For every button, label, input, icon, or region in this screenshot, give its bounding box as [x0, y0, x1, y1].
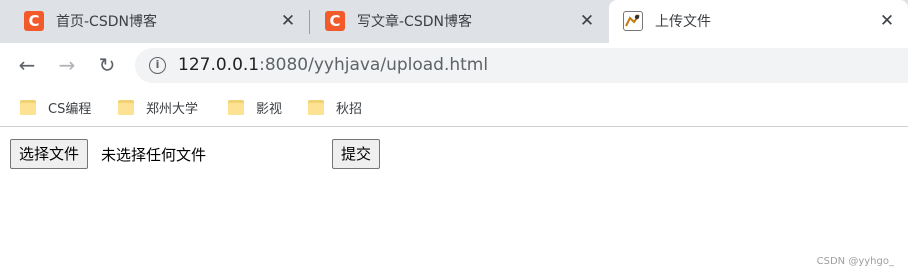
folder-icon — [20, 99, 36, 115]
tab-csdn-home[interactable]: C 首页-CSDN博客 ✕ — [10, 0, 308, 43]
back-arrow-icon[interactable]: ← — [15, 53, 39, 77]
bookmark-zzu[interactable]: 郑州大学 — [118, 96, 198, 118]
submit-button[interactable]: 提交 — [332, 139, 381, 169]
bookmark-label: 影视 — [256, 101, 283, 117]
close-icon[interactable]: ✕ — [577, 11, 597, 31]
csdn-logo-icon: C — [325, 11, 345, 31]
close-icon[interactable]: ✕ — [278, 11, 298, 31]
bookmark-cs[interactable]: CS编程 — [20, 96, 91, 118]
page-content: 选择文件 未选择任何文件 提交 CSDN @yyhgo_ — [0, 128, 908, 275]
bookmark-label: 郑州大学 — [146, 101, 199, 117]
tab-strip: C 首页-CSDN博客 ✕ C 写文章-CSDN博客 ✕ 上传文件 ✕ — [0, 0, 908, 43]
bookmarks-bar: CS编程 郑州大学 影视 秋招 — [0, 88, 908, 127]
csdn-logo-icon: C — [24, 11, 44, 31]
tab-upload-active[interactable]: 上传文件 ✕ — [609, 0, 908, 43]
no-file-label: 未选择任何文件 — [101, 146, 207, 164]
bookmark-autumn[interactable]: 秋招 — [308, 96, 362, 118]
bookmark-label: 秋招 — [336, 101, 363, 117]
folder-icon — [308, 99, 324, 115]
bookmark-video[interactable]: 影视 — [228, 96, 282, 118]
browser-toolbar: ← → ↻ i 127.0.0.1:8080/yyhjava/upload.ht… — [0, 43, 908, 88]
address-bar[interactable]: i 127.0.0.1:8080/yyhjava/upload.html — [135, 48, 908, 83]
tab-separator — [309, 10, 310, 34]
tomcat-logo-icon — [623, 11, 643, 31]
url-host: 127.0.0.1 — [178, 55, 260, 75]
tab-title: 首页-CSDN博客 — [56, 14, 157, 30]
info-icon[interactable]: i — [149, 57, 166, 74]
url-path: :8080/yyhjava/upload.html — [259, 55, 489, 75]
folder-icon — [228, 99, 244, 115]
close-icon[interactable]: ✕ — [877, 11, 897, 31]
reload-icon[interactable]: ↻ — [95, 53, 119, 77]
choose-file-button[interactable]: 选择文件 — [10, 139, 89, 169]
bookmark-label: CS编程 — [48, 101, 92, 117]
tab-title: 写文章-CSDN博客 — [357, 14, 472, 30]
url-text[interactable]: 127.0.0.1:8080/yyhjava/upload.html — [178, 55, 488, 76]
watermark: CSDN @yyhgo_ — [816, 256, 894, 267]
tab-csdn-write[interactable]: C 写文章-CSDN博客 ✕ — [311, 0, 607, 43]
forward-arrow-icon[interactable]: → — [55, 53, 79, 77]
tab-title: 上传文件 — [655, 14, 711, 30]
folder-icon — [118, 99, 134, 115]
